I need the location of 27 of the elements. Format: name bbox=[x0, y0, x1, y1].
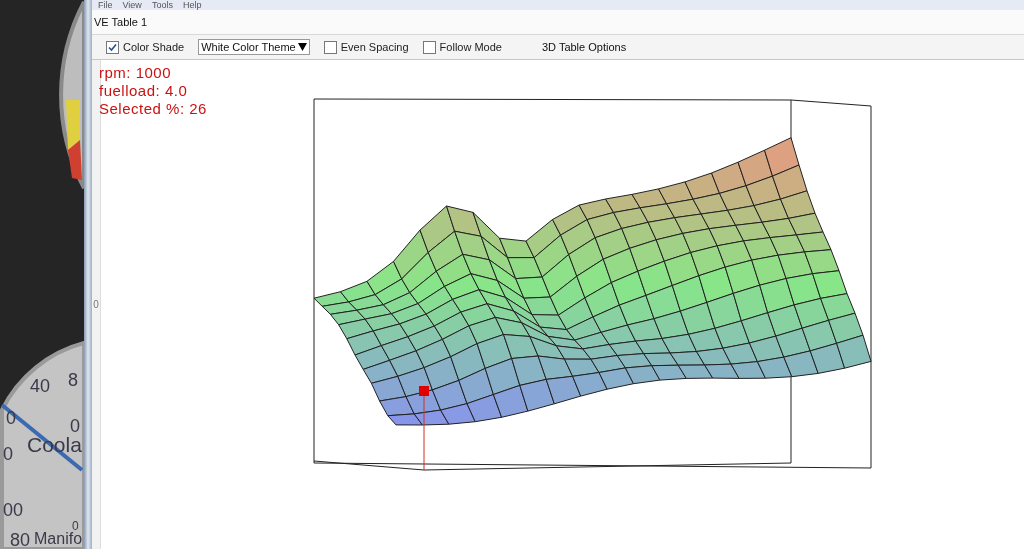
gauge-label: 00 bbox=[3, 500, 24, 520]
menu-item[interactable]: Help bbox=[182, 0, 202, 10]
options-button[interactable]: 3D Table Options bbox=[541, 41, 627, 53]
menu-item[interactable]: View bbox=[122, 0, 142, 10]
menu-item[interactable]: File bbox=[98, 0, 113, 10]
menu-item[interactable]: Tools bbox=[151, 0, 173, 10]
gauge-label: 0 bbox=[3, 444, 13, 464]
axis-label: 0 bbox=[93, 299, 99, 310]
gauge-label: 0 bbox=[72, 519, 79, 533]
gauge-label: Manifo bbox=[34, 530, 83, 547]
gauge-label: 0 bbox=[70, 416, 80, 436]
gauge-label: 80 bbox=[10, 530, 31, 549]
window-title: VE Table 1 bbox=[94, 16, 147, 28]
readout-text: fuelload: 4.0 bbox=[99, 82, 189, 100]
readout-text: Selected %: 26 bbox=[99, 100, 207, 118]
gauge-label: 8 bbox=[68, 370, 78, 390]
checkbox-label: Even Spacing bbox=[340, 41, 409, 53]
checkbox[interactable] bbox=[422, 40, 436, 54]
readout-text: rpm: 1000 bbox=[99, 64, 173, 82]
theme-dropdown[interactable]: White Color Theme bbox=[198, 39, 310, 55]
checkbox-label: Follow Mode bbox=[439, 41, 502, 53]
gauge-label: 0 bbox=[6, 408, 16, 428]
gauge-label: 40 bbox=[30, 376, 51, 396]
checkbox-label: Color Shade bbox=[123, 41, 185, 53]
checkbox[interactable] bbox=[323, 40, 337, 54]
checkbox[interactable] bbox=[106, 40, 119, 54]
caret-icon bbox=[297, 43, 307, 51]
